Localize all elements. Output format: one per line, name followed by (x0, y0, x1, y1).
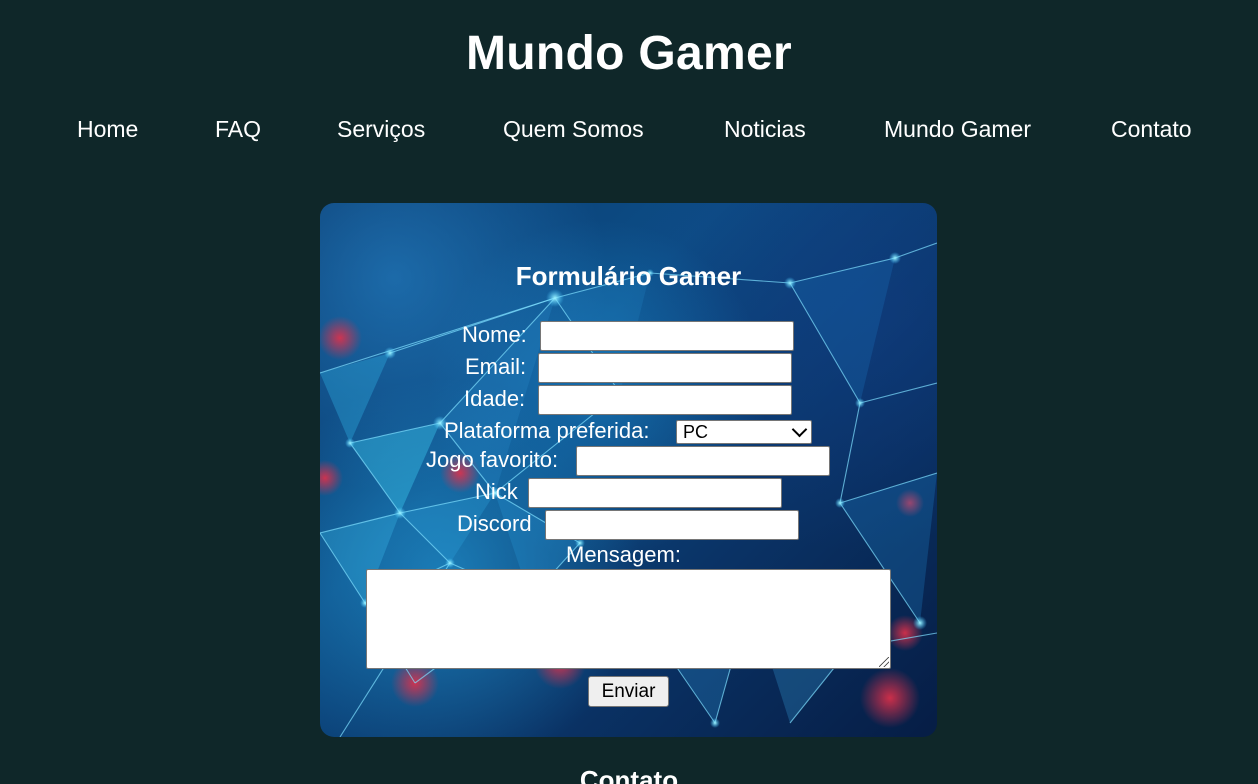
nav-item-servicos[interactable]: Serviços (337, 116, 425, 143)
page: Mundo Gamer Home FAQ Serviços Quem Somos… (0, 0, 1258, 784)
gamer-form-card: Formulário Gamer Nome: Email: Idade: Pla… (320, 203, 937, 737)
nav-item-faq[interactable]: FAQ (215, 116, 261, 143)
nome-input[interactable] (540, 321, 794, 351)
site-title: Mundo Gamer (466, 27, 792, 80)
idade-input[interactable] (538, 385, 792, 415)
gamer-form: Formulário Gamer Nome: Email: Idade: Pla… (320, 203, 937, 737)
mensagem-label: Mensagem: (566, 542, 681, 567)
jogo-favorito-label: Jogo favorito: (426, 447, 559, 472)
nav-item-noticias[interactable]: Noticias (724, 116, 806, 143)
mensagem-textarea[interactable] (366, 569, 891, 669)
enviar-button[interactable]: Enviar (588, 676, 669, 707)
resize-grip-icon[interactable] (879, 657, 889, 667)
nick-input[interactable] (528, 478, 782, 508)
discord-label: Discord (457, 511, 532, 536)
form-title: Formulário Gamer (515, 261, 742, 291)
plataforma-selected-value: PC (683, 422, 709, 442)
email-input[interactable] (538, 353, 792, 383)
plataforma-select[interactable]: PC (676, 420, 812, 444)
nav-item-home[interactable]: Home (77, 116, 138, 143)
chevron-down-icon (791, 421, 808, 438)
nav-item-quem-somos[interactable]: Quem Somos (503, 116, 644, 143)
nick-label: Nick (475, 479, 518, 504)
nome-label: Nome: (462, 322, 527, 347)
plataforma-label: Plataforma preferida: (444, 418, 650, 443)
nav-item-mundo-gamer[interactable]: Mundo Gamer (884, 116, 1031, 143)
idade-label: Idade: (464, 386, 526, 411)
email-label: Email: (465, 354, 527, 379)
nav-item-contato[interactable]: Contato (1111, 116, 1192, 143)
main-nav: Home FAQ Serviços Quem Somos Noticias Mu… (0, 116, 1258, 144)
discord-input[interactable] (545, 510, 799, 540)
contact-section-heading: Contato (579, 765, 679, 784)
jogo-favorito-input[interactable] (576, 446, 830, 476)
